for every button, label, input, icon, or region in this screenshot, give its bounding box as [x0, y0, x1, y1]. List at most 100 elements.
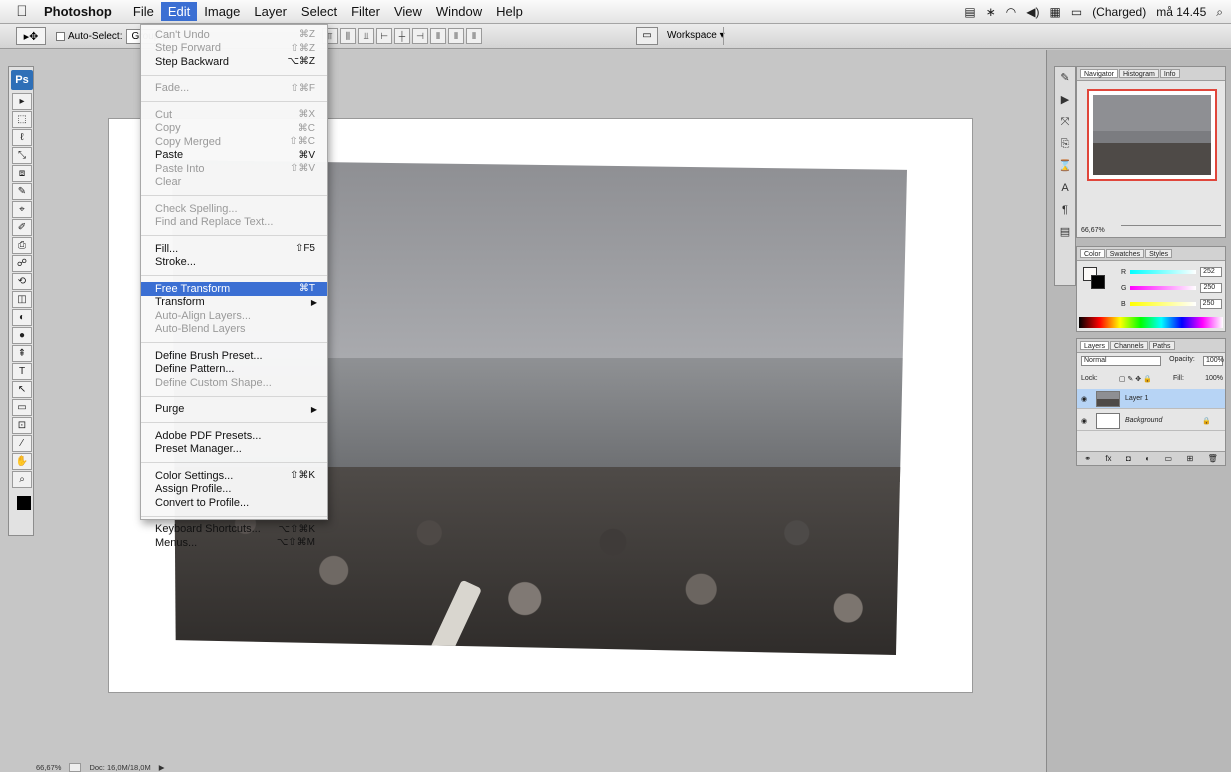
- blend-mode-select[interactable]: Normal: [1081, 356, 1161, 366]
- tab-swatches[interactable]: Swatches: [1105, 249, 1145, 258]
- edit-menu-item-free-transform[interactable]: Free Transform ⌘T: [141, 282, 327, 296]
- volume-icon[interactable]: ◀): [1026, 5, 1039, 19]
- tab-styles[interactable]: Styles: [1145, 249, 1173, 258]
- tab-layers[interactable]: Layers: [1080, 341, 1110, 350]
- align-left-icon[interactable]: ⊢: [376, 28, 392, 44]
- tool-icon-5[interactable]: ✎: [12, 183, 32, 200]
- menu-file[interactable]: File: [126, 2, 161, 21]
- new-layer-icon[interactable]: ⊞: [1187, 454, 1194, 463]
- color-background-swatch[interactable]: [1091, 275, 1105, 289]
- tool-icon-16[interactable]: ↖: [12, 381, 32, 398]
- edit-menu-item-paste[interactable]: Paste ⌘V: [141, 149, 327, 163]
- photoshop-logo[interactable]: Ps: [11, 70, 33, 90]
- tab-histogram[interactable]: Histogram: [1118, 69, 1159, 78]
- tool-icon-6[interactable]: ⌖: [12, 201, 32, 218]
- tool-icon-10[interactable]: ⟲: [12, 273, 32, 290]
- menu-help[interactable]: Help: [489, 2, 530, 21]
- opacity-input[interactable]: 100%: [1203, 356, 1224, 366]
- lock-icons[interactable]: ▢ ✎ ✥ 🔒: [1119, 375, 1152, 383]
- edit-menu-item-stroke[interactable]: Stroke...: [141, 256, 327, 270]
- clone-source-icon[interactable]: ⎘: [1056, 135, 1074, 153]
- apple-menu-icon[interactable]: : [0, 3, 44, 20]
- foreground-color-swatch[interactable]: [17, 496, 31, 510]
- layer-row-background[interactable]: ◉ Background 🔒: [1077, 411, 1225, 431]
- tool-icon-13[interactable]: ●: [12, 327, 32, 344]
- tool-icon-8[interactable]: ⎙: [12, 237, 32, 254]
- menu-select[interactable]: Select: [294, 2, 344, 21]
- tool-icon-20[interactable]: ✋: [12, 453, 32, 470]
- distribute-3-icon[interactable]: ⫴: [466, 28, 482, 44]
- edit-menu-item-preset-manager[interactable]: Preset Manager...: [141, 443, 327, 457]
- visibility-eye-icon[interactable]: ◉: [1077, 395, 1091, 403]
- edit-menu-item-assign-profile[interactable]: Assign Profile...: [141, 483, 327, 497]
- edit-menu-item-purge[interactable]: Purge ▶: [141, 403, 327, 417]
- tool-icon-17[interactable]: ▭: [12, 399, 32, 416]
- channel-b-value[interactable]: 250: [1199, 299, 1222, 309]
- tool-icon-18[interactable]: ⊡: [12, 417, 32, 434]
- move-tool-preset-icon[interactable]: ▸✥: [16, 27, 46, 45]
- tool-icon-15[interactable]: T: [12, 363, 32, 380]
- navigator-preview[interactable]: [1087, 89, 1217, 181]
- character-icon[interactable]: A: [1056, 179, 1074, 197]
- menu-image[interactable]: Image: [197, 2, 247, 21]
- tool-icon-3[interactable]: ⤡: [12, 147, 32, 164]
- tool-icon-12[interactable]: ◐: [12, 309, 32, 326]
- align-middle-icon[interactable]: ⫼: [340, 28, 356, 44]
- channel-g-slider[interactable]: [1130, 286, 1197, 290]
- trash-icon[interactable]: 🗑: [1208, 454, 1218, 463]
- visibility-eye-icon[interactable]: ◉: [1077, 417, 1091, 425]
- tab-navigator[interactable]: Navigator: [1080, 69, 1118, 78]
- battery-icon[interactable]: ▭: [1071, 5, 1082, 19]
- menu-edit[interactable]: Edit: [160, 2, 198, 21]
- checkbox-box[interactable]: [56, 31, 65, 41]
- menu-window[interactable]: Window: [429, 2, 489, 21]
- layer-name[interactable]: Layer 1: [1125, 395, 1148, 402]
- adjustment-icon[interactable]: ◐: [1145, 454, 1150, 463]
- distribute-icon[interactable]: ⫴: [430, 28, 446, 44]
- fx-icon[interactable]: fx: [1105, 454, 1111, 463]
- menu-view[interactable]: View: [387, 2, 429, 21]
- edit-menu-item-keyboard-shortcuts[interactable]: Keyboard Shortcuts... ⌥⇧⌘K: [141, 523, 327, 537]
- tool-icon-0[interactable]: ▸: [12, 93, 32, 110]
- align-right-icon[interactable]: ⊣: [412, 28, 428, 44]
- display-icon[interactable]: ▤: [964, 5, 975, 19]
- color-spectrum-bar[interactable]: [1079, 317, 1223, 328]
- channel-g-value[interactable]: 250: [1200, 283, 1223, 293]
- channel-r-value[interactable]: 252: [1200, 267, 1223, 277]
- fill-input[interactable]: 100%: [1205, 375, 1223, 383]
- status-icon[interactable]: [69, 762, 82, 772]
- brushes-icon[interactable]: ✎: [1056, 69, 1074, 87]
- paragraph-icon[interactable]: ¶: [1056, 201, 1074, 219]
- tool-presets-icon[interactable]: ⤧: [1056, 113, 1074, 131]
- group-icon[interactable]: ▭: [1165, 454, 1173, 463]
- zoom-readout[interactable]: 66,67%: [36, 763, 61, 772]
- menu-filter[interactable]: Filter: [344, 2, 387, 21]
- navigator-zoom-slider[interactable]: [1121, 225, 1221, 234]
- tool-icon-14[interactable]: ⇞: [12, 345, 32, 362]
- bridge-icon[interactable]: ▭: [636, 27, 658, 45]
- auto-select-checkbox[interactable]: Auto-Select:: [56, 31, 122, 42]
- mask-icon[interactable]: ◘: [1126, 454, 1131, 463]
- align-center-icon[interactable]: ┼: [394, 28, 410, 44]
- edit-menu-item-menus[interactable]: Menus... ⌥⇧⌘M: [141, 536, 327, 550]
- edit-menu-item-define-pattern[interactable]: Define Pattern...: [141, 363, 327, 377]
- distribute-2-icon[interactable]: ⫴: [448, 28, 464, 44]
- clock[interactable]: må 14.45: [1156, 5, 1206, 19]
- edit-menu-item-transform[interactable]: Transform ▶: [141, 296, 327, 310]
- status-arrow-icon[interactable]: ▶: [159, 763, 165, 772]
- history-icon[interactable]: ⌛: [1056, 157, 1074, 175]
- tool-icon-21[interactable]: ⌕: [12, 471, 32, 488]
- navigator-zoom[interactable]: 66,67%: [1081, 227, 1105, 234]
- workspace-menu[interactable]: Workspace ▾: [667, 30, 725, 41]
- channel-r-slider[interactable]: [1130, 270, 1197, 274]
- tool-icon-7[interactable]: ✐: [12, 219, 32, 236]
- wifi-icon[interactable]: ◠: [1006, 5, 1016, 19]
- tool-icon-9[interactable]: ☍: [12, 255, 32, 272]
- edit-menu-item-step-backward[interactable]: Step Backward ⌥⌘Z: [141, 55, 327, 69]
- tab-channels[interactable]: Channels: [1110, 341, 1148, 350]
- layer-comps-icon[interactable]: ▤: [1056, 223, 1074, 241]
- link-icon[interactable]: ⚭: [1084, 454, 1091, 463]
- menu-layer[interactable]: Layer: [247, 2, 294, 21]
- bluetooth-icon[interactable]: ∗: [986, 5, 996, 19]
- tool-icon-2[interactable]: ℓ: [12, 129, 32, 146]
